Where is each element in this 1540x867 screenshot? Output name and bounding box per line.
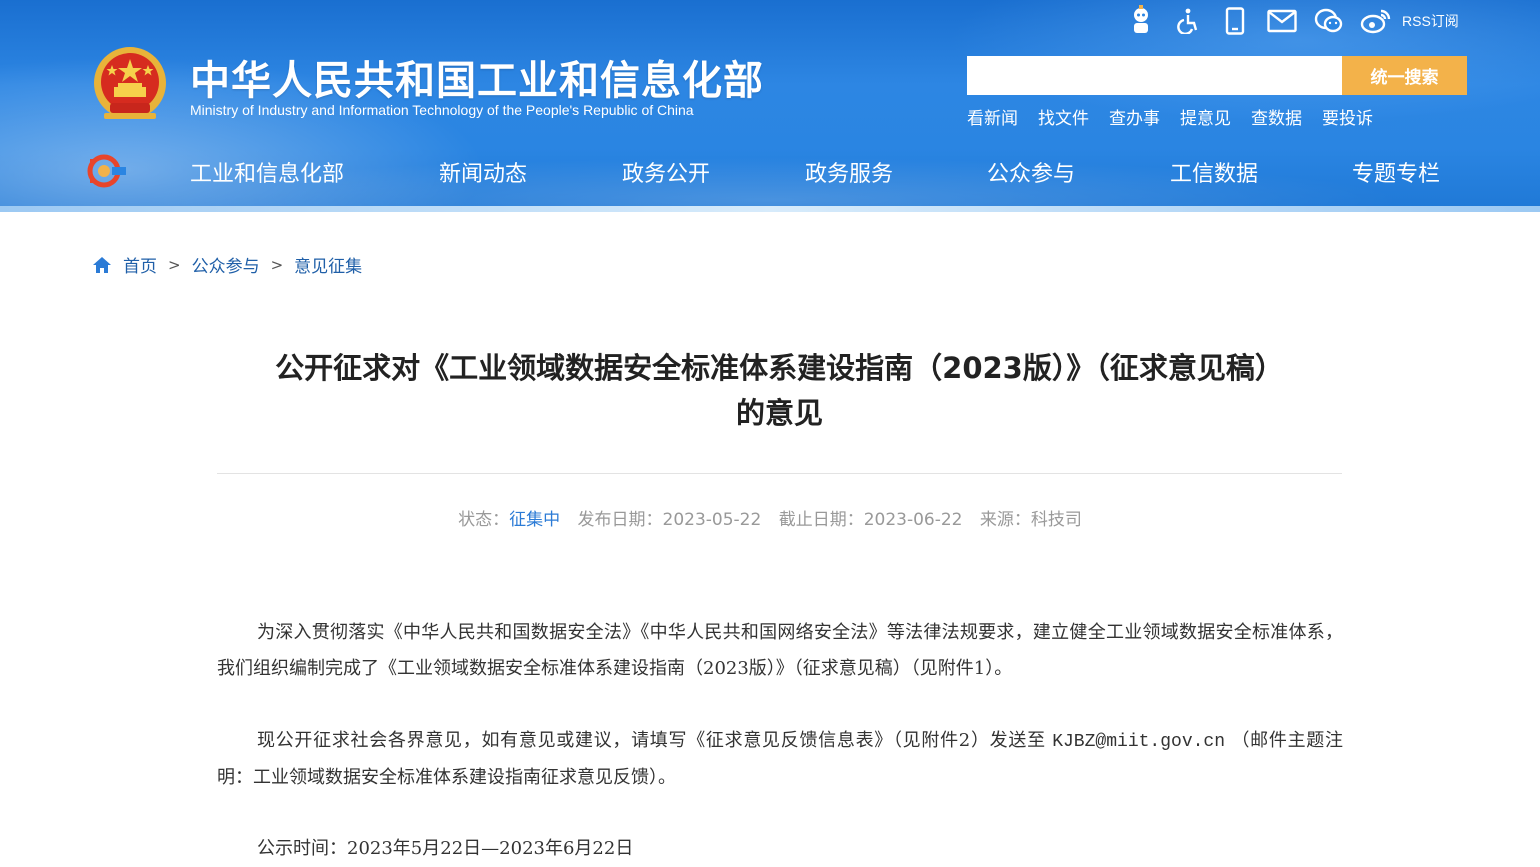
status-value: 征集中 bbox=[509, 510, 561, 530]
breadcrumb-separator: > bbox=[270, 255, 284, 274]
nav-item-special-topics[interactable]: 专题专栏 bbox=[1352, 156, 1440, 188]
article-title-line2: 的意见 bbox=[735, 396, 823, 430]
article-paragraph-2: 现公开征求社会各界意见，如有意见或建议，请填写《征求意见反馈信息表》（见附件2）… bbox=[217, 723, 1343, 796]
source-field: 来源：科技司 bbox=[980, 510, 1082, 530]
quick-link-complaint[interactable]: 要投诉 bbox=[1322, 104, 1373, 129]
article-paragraph-3: 公示时间：2023年5月22日—2023年6月22日 bbox=[257, 838, 634, 859]
deadline-value: 2023-06-22 bbox=[863, 510, 963, 530]
search-input[interactable] bbox=[967, 56, 1342, 95]
deadline-field: 截止日期：2023-06-22 bbox=[779, 510, 963, 530]
breadcrumb-home[interactable]: 首页 bbox=[123, 252, 157, 277]
article-meta: 状态：征集中 发布日期：2023-05-22 截止日期：2023-06-22 来… bbox=[0, 505, 1540, 530]
title-divider bbox=[217, 473, 1342, 474]
nav-item-miit[interactable]: 工业和信息化部 bbox=[190, 156, 344, 188]
rss-subscribe-link[interactable]: RSS订阅 bbox=[1402, 11, 1459, 31]
article-title-line1: 公开征求对《工业领域数据安全标准体系建设指南（2023版）》（征求意见稿） bbox=[275, 351, 1284, 385]
nav-item-government-affairs[interactable]: 政务公开 bbox=[622, 156, 710, 188]
article-paragraph-1: 为深入贯彻落实《中华人民共和国数据安全法》《中华人民共和国网络安全法》等法律法规… bbox=[217, 622, 1343, 679]
site-header: 中华人民共和国工业和信息化部 Ministry of Industry and … bbox=[0, 0, 1540, 212]
main-nav: 工业和信息化部 新闻动态 政务公开 政务服务 公众参与 工信数据 专题专栏 bbox=[0, 156, 1540, 190]
robot-assistant-icon[interactable] bbox=[1124, 5, 1158, 37]
unified-search-button[interactable]: 统一搜索 bbox=[1342, 56, 1467, 95]
deadline-label: 截止日期： bbox=[778, 510, 864, 530]
source-value: 科技司 bbox=[1030, 510, 1082, 530]
breadcrumb-opinion-collection[interactable]: 意见征集 bbox=[294, 252, 362, 277]
home-icon[interactable] bbox=[92, 256, 112, 274]
status-label: 状态： bbox=[458, 510, 510, 530]
mail-icon[interactable] bbox=[1265, 5, 1299, 37]
site-title[interactable]: 中华人民共和国工业和信息化部 bbox=[190, 48, 764, 106]
quick-link-services[interactable]: 查办事 bbox=[1109, 104, 1160, 129]
nav-item-news[interactable]: 新闻动态 bbox=[439, 156, 527, 188]
quick-link-data[interactable]: 查数据 bbox=[1251, 104, 1302, 129]
publish-date-value: 2023-05-22 bbox=[662, 510, 762, 530]
nav-item-public-participation[interactable]: 公众参与 bbox=[987, 156, 1075, 188]
publish-date-field: 发布日期：2023-05-22 bbox=[578, 510, 762, 530]
quick-links: 看新闻 找文件 查办事 提意见 查数据 要投诉 bbox=[967, 104, 1393, 129]
breadcrumb-public-participation[interactable]: 公众参与 bbox=[192, 252, 260, 277]
breadcrumb-separator: > bbox=[168, 255, 181, 274]
nav-item-government-services[interactable]: 政务服务 bbox=[805, 156, 893, 188]
utility-toolbar: RSS订阅 bbox=[1124, 4, 1459, 38]
publish-date-label: 发布日期： bbox=[577, 510, 663, 530]
article-title: 公开征求对《工业领域数据安全标准体系建设指南（2023版）》（征求意见稿） 的意… bbox=[217, 346, 1342, 436]
email-link[interactable]: KJBZ@miit.gov.cn bbox=[1052, 732, 1225, 752]
wechat-icon[interactable] bbox=[1312, 5, 1346, 37]
source-label: 来源： bbox=[979, 510, 1031, 530]
status-field: 状态：征集中 bbox=[458, 510, 560, 530]
nav-item-data[interactable]: 工信数据 bbox=[1170, 156, 1258, 188]
header-divider bbox=[0, 206, 1540, 212]
quick-link-news[interactable]: 看新闻 bbox=[967, 104, 1018, 129]
mobile-icon[interactable] bbox=[1218, 5, 1252, 37]
paragraph-2-text-before: 现公开征求社会各界意见，如有意见或建议，请填写《征求意见反馈信息表》（见附件2）… bbox=[257, 730, 1053, 751]
quick-link-feedback[interactable]: 提意见 bbox=[1180, 104, 1231, 129]
site-subtitle: Ministry of Industry and Information Tec… bbox=[190, 102, 694, 118]
accessibility-icon[interactable] bbox=[1171, 5, 1205, 37]
national-emblem-icon bbox=[94, 47, 166, 119]
breadcrumb: 首页 > 公众参与 > 意见征集 bbox=[92, 252, 362, 277]
weibo-icon[interactable] bbox=[1359, 5, 1393, 37]
quick-link-documents[interactable]: 找文件 bbox=[1038, 104, 1089, 129]
